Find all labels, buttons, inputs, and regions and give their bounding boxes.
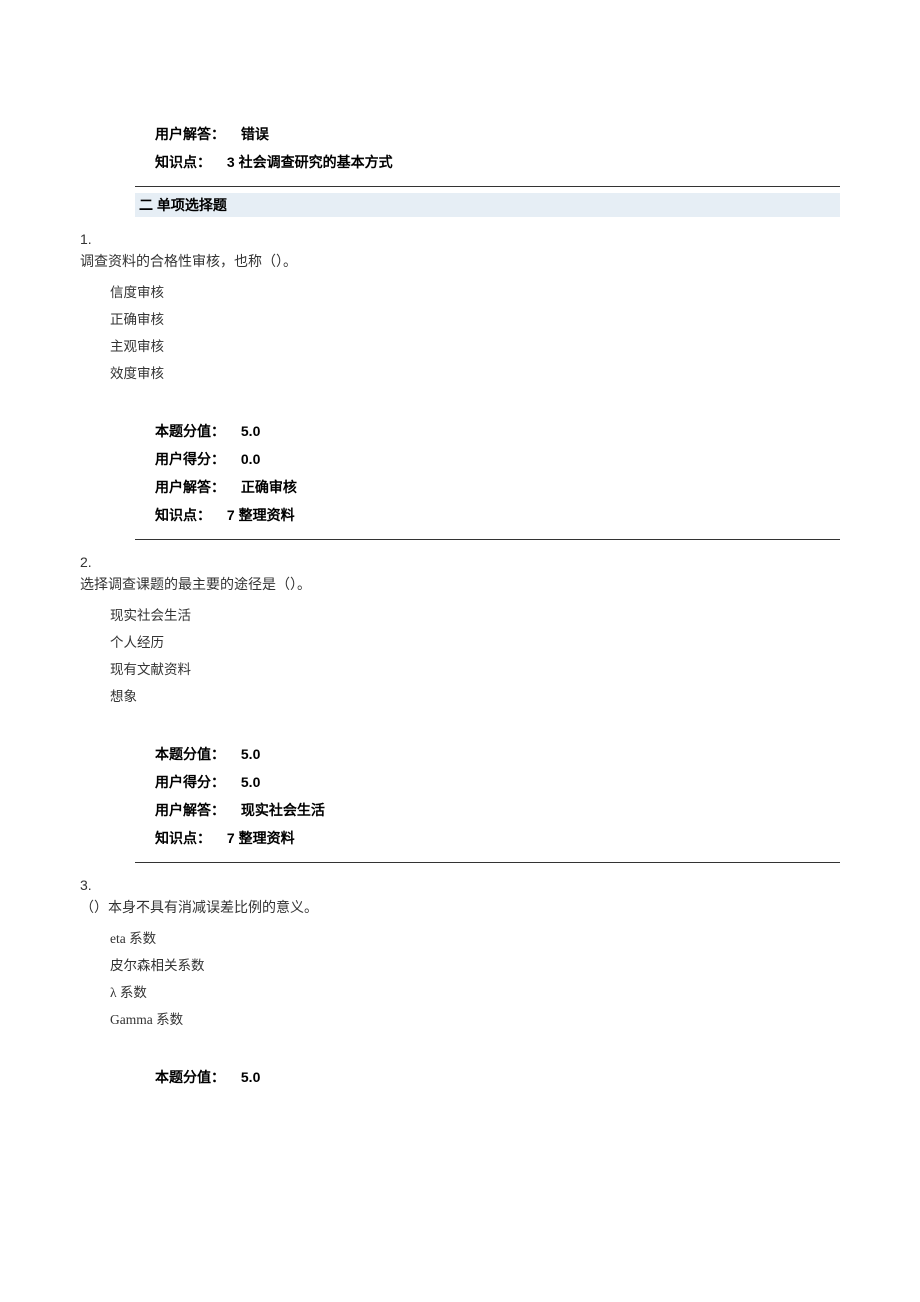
score-value: 5.0 bbox=[241, 1063, 260, 1091]
user-score-row: 用户得分： 0.0 bbox=[155, 445, 840, 473]
user-answer-row: 用户解答： 错误 bbox=[155, 120, 840, 148]
question-option: 皮尔森相关系数 bbox=[110, 952, 840, 979]
question-stem: 调查资料的合格性审核，也称（）。 bbox=[80, 251, 840, 271]
question-options: 现实社会生活 个人经历 现有文献资料 想象 bbox=[110, 602, 840, 710]
user-score-row: 用户得分： 5.0 bbox=[155, 768, 840, 796]
score-label: 本题分值： bbox=[155, 417, 225, 445]
user-answer-label: 用户解答： bbox=[155, 120, 225, 148]
question-option: λ 系数 bbox=[110, 979, 840, 1006]
question-options: eta 系数 皮尔森相关系数 λ 系数 Gamma 系数 bbox=[110, 925, 840, 1033]
divider bbox=[135, 539, 840, 540]
score-label: 本题分值： bbox=[155, 1063, 225, 1091]
question-option: 现实社会生活 bbox=[110, 602, 840, 629]
question-meta-block: 本题分值： 5.0 用户得分： 5.0 用户解答： 现实社会生活 知识点： 7 … bbox=[155, 740, 840, 852]
user-answer-row: 用户解答： 正确审核 bbox=[155, 473, 840, 501]
question-option: 现有文献资料 bbox=[110, 656, 840, 683]
knowledge-point-row: 知识点： 7 整理资料 bbox=[155, 824, 840, 852]
knowledge-point-label: 知识点： bbox=[155, 501, 211, 529]
question-option: 个人经历 bbox=[110, 629, 840, 656]
user-answer-value: 正确审核 bbox=[241, 473, 297, 501]
question-option: Gamma 系数 bbox=[110, 1006, 840, 1033]
score-value: 5.0 bbox=[241, 740, 260, 768]
question-option: 正确审核 bbox=[110, 306, 840, 333]
knowledge-point-value: 7 整理资料 bbox=[227, 824, 295, 852]
user-answer-value: 现实社会生活 bbox=[241, 796, 325, 824]
question-meta-block: 本题分值： 5.0 用户得分： 0.0 用户解答： 正确审核 知识点： 7 整理… bbox=[155, 417, 840, 529]
question-meta-block: 本题分值： 5.0 bbox=[155, 1063, 840, 1091]
knowledge-point-label: 知识点： bbox=[155, 824, 211, 852]
question-block: 2. 选择调查课题的最主要的途径是（）。 现实社会生活 个人经历 现有文献资料 … bbox=[80, 554, 840, 863]
question-number: 3. bbox=[80, 877, 840, 893]
question-option: eta 系数 bbox=[110, 925, 840, 952]
top-meta-block: 用户解答： 错误 知识点： 3 社会调查研究的基本方式 bbox=[155, 120, 840, 176]
divider bbox=[135, 186, 840, 187]
question-option: 主观审核 bbox=[110, 333, 840, 360]
user-answer-value: 错误 bbox=[241, 120, 269, 148]
knowledge-point-value: 7 整理资料 bbox=[227, 501, 295, 529]
question-option: 想象 bbox=[110, 683, 840, 710]
question-number: 2. bbox=[80, 554, 840, 570]
knowledge-point-label: 知识点： bbox=[155, 148, 211, 176]
user-answer-label: 用户解答： bbox=[155, 796, 225, 824]
user-score-label: 用户得分： bbox=[155, 445, 225, 473]
knowledge-point-value: 3 社会调查研究的基本方式 bbox=[227, 148, 393, 176]
score-row: 本题分值： 5.0 bbox=[155, 740, 840, 768]
user-score-value: 5.0 bbox=[241, 768, 260, 796]
score-row: 本题分值： 5.0 bbox=[155, 417, 840, 445]
knowledge-point-row: 知识点： 3 社会调查研究的基本方式 bbox=[155, 148, 840, 176]
section-header: 二 单项选择题 bbox=[135, 193, 840, 217]
question-stem: 选择调查课题的最主要的途径是（）。 bbox=[80, 574, 840, 594]
question-option: 信度审核 bbox=[110, 279, 840, 306]
question-number: 1. bbox=[80, 231, 840, 247]
user-score-value: 0.0 bbox=[241, 445, 260, 473]
score-row: 本题分值： 5.0 bbox=[155, 1063, 840, 1091]
knowledge-point-row: 知识点： 7 整理资料 bbox=[155, 501, 840, 529]
question-option: 效度审核 bbox=[110, 360, 840, 387]
question-block: 3. （）本身不具有消减误差比例的意义。 eta 系数 皮尔森相关系数 λ 系数… bbox=[80, 877, 840, 1091]
divider bbox=[135, 862, 840, 863]
score-value: 5.0 bbox=[241, 417, 260, 445]
user-answer-row: 用户解答： 现实社会生活 bbox=[155, 796, 840, 824]
question-block: 1. 调查资料的合格性审核，也称（）。 信度审核 正确审核 主观审核 效度审核 … bbox=[80, 231, 840, 540]
user-score-label: 用户得分： bbox=[155, 768, 225, 796]
score-label: 本题分值： bbox=[155, 740, 225, 768]
question-options: 信度审核 正确审核 主观审核 效度审核 bbox=[110, 279, 840, 387]
user-answer-label: 用户解答： bbox=[155, 473, 225, 501]
question-stem: （）本身不具有消减误差比例的意义。 bbox=[80, 897, 840, 917]
